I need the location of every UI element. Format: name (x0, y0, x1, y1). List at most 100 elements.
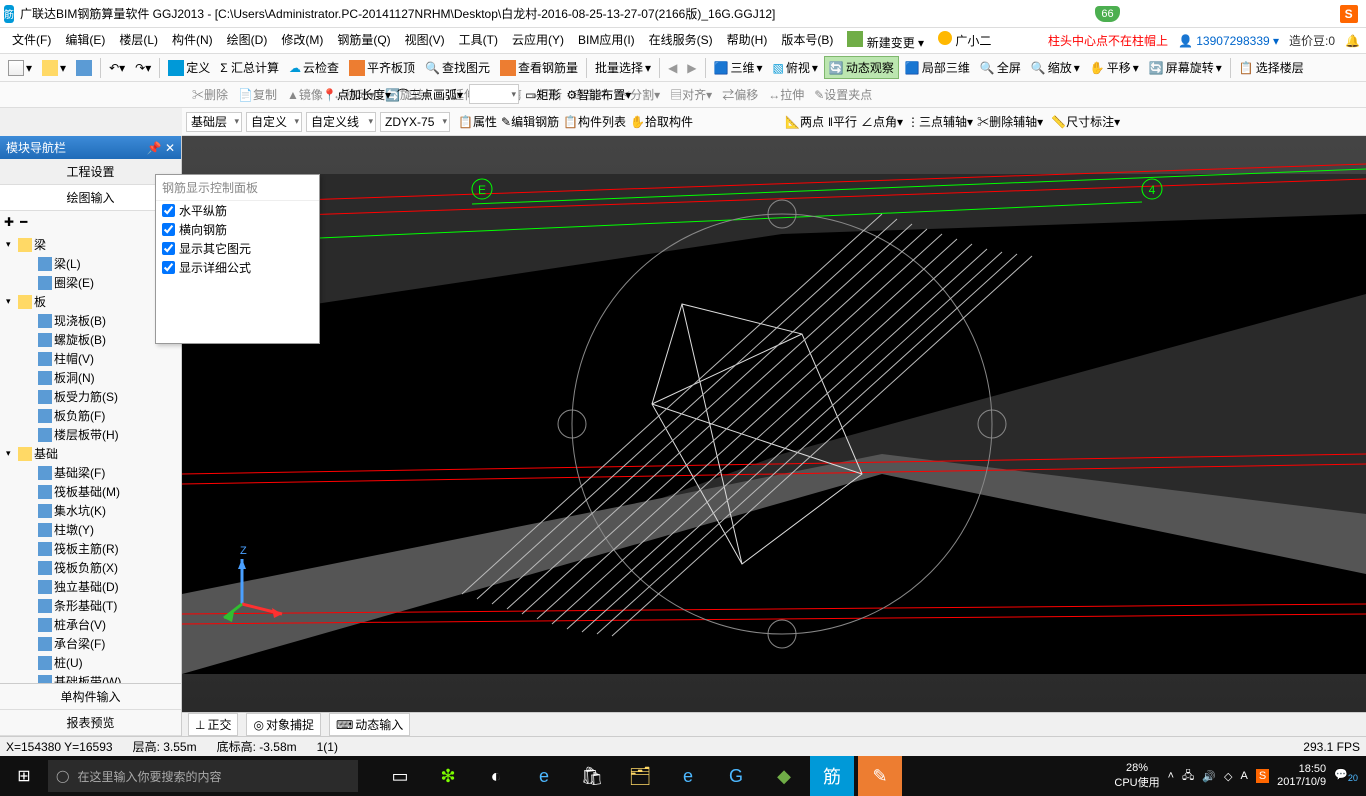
bell-icon[interactable]: 🔔 (1345, 34, 1360, 48)
pan-button[interactable]: ✋平移▾ (1086, 57, 1143, 78)
menu-file[interactable]: 文件(F) (6, 28, 57, 54)
define-button[interactable]: 定义 (164, 57, 214, 78)
flat-top-button[interactable]: 平齐板顶 (345, 57, 419, 78)
task-app3[interactable]: ◆ (762, 756, 806, 796)
tab-draw-input[interactable]: 绘图输入 (0, 185, 181, 211)
task-app2[interactable]: ◐ (474, 756, 518, 796)
tab-report-preview[interactable]: 报表预览 (0, 710, 181, 736)
tree-banfujin[interactable]: 板负筋(F) (2, 406, 179, 425)
prev-button[interactable]: ◀ (664, 59, 681, 77)
task-q[interactable]: G (714, 756, 758, 796)
menu-version[interactable]: 版本号(B) (775, 28, 839, 54)
find-elem-button[interactable]: 🔍查找图元 (421, 57, 494, 78)
popup-item-3[interactable]: 显示其它图元 (156, 239, 319, 258)
copy-button[interactable]: 📄复制 (234, 84, 281, 105)
task-app4[interactable]: ✎ (858, 756, 902, 796)
align-button[interactable]: ▤对齐▾ (666, 84, 716, 105)
code-combo[interactable]: ZDYX-75 (380, 112, 450, 132)
tree-zhuang[interactable]: 桩(U) (2, 653, 179, 672)
tree-liang[interactable]: ▾梁 (2, 235, 179, 254)
start-button[interactable]: ⊞ (0, 756, 48, 796)
pt-length-button[interactable]: 📍点加长度▾ (322, 86, 391, 103)
dynamic-observe-button[interactable]: 🔄动态观察 (824, 56, 899, 79)
three-pt-aux-button[interactable]: ⋮三点辅轴▾ (907, 113, 973, 130)
tree-luoxuanban[interactable]: 螺旋板(B) (2, 330, 179, 349)
tab-single-member[interactable]: 单构件输入 (0, 684, 181, 710)
pin-icon[interactable]: 📌 (147, 141, 162, 155)
tree-zhudun[interactable]: 柱墩(Y) (2, 520, 179, 539)
snap-toggle[interactable]: ◎对象捕捉 (246, 713, 321, 736)
cloud-check-button[interactable]: ☁云检查 (285, 57, 343, 78)
expand-all-icon[interactable]: ✚ (4, 215, 14, 229)
floor-combo[interactable]: 基础层 (186, 112, 242, 132)
two-point-button[interactable]: 📐两点 (785, 113, 824, 130)
tray-vol-icon[interactable]: 🔊 (1202, 770, 1216, 783)
task-explorer[interactable]: 🗂 (618, 756, 662, 796)
new-button[interactable]: ▾ (4, 58, 36, 78)
tree-xianjiaoban[interactable]: 现浇板(B) (2, 311, 179, 330)
menu-bim[interactable]: BIM应用(I) (572, 28, 641, 54)
tree-fabanzhujin[interactable]: 筏板主筋(R) (2, 539, 179, 558)
task-app1[interactable]: ❇ (426, 756, 470, 796)
tree-quanliang[interactable]: 圈梁(E) (2, 273, 179, 292)
tray-net-icon[interactable]: 🖧 (1182, 767, 1194, 786)
pickup-button[interactable]: ✋拾取构件 (630, 113, 693, 130)
task-edge[interactable]: e (522, 756, 566, 796)
local-3d-button[interactable]: 🟦局部三维 (901, 57, 974, 78)
tree-zhumao[interactable]: 柱帽(V) (2, 349, 179, 368)
tree-ban[interactable]: ▾板 (2, 292, 179, 311)
save-button[interactable] (72, 58, 96, 78)
arc-combo[interactable] (469, 84, 519, 104)
menu-online[interactable]: 在线服务(S) (643, 28, 719, 54)
tab-project-settings[interactable]: 工程设置 (0, 159, 181, 185)
collapse-all-icon[interactable]: ━ (20, 215, 27, 229)
menu-rebar[interactable]: 钢筋量(Q) (331, 28, 396, 54)
task-ie[interactable]: e (666, 756, 710, 796)
batch-select-button[interactable]: 批量选择▾ (591, 57, 655, 78)
subcat-combo[interactable]: 自定义线 (306, 112, 376, 132)
tree-dulijichu[interactable]: 独立基础(D) (2, 577, 179, 596)
dim-button[interactable]: 📏尺寸标注▾ (1051, 113, 1120, 130)
menu-help[interactable]: 帮助(H) (721, 28, 774, 54)
tray-s-icon[interactable]: S (1256, 769, 1269, 783)
three-pt-arc-button[interactable]: ⌒三点画弧▾ (397, 86, 463, 103)
tree-jichuliang[interactable]: 基础梁(F) (2, 463, 179, 482)
attr-button[interactable]: 📋属性 (458, 113, 497, 130)
tree-loucengbandai[interactable]: 楼层板带(H) (2, 425, 179, 444)
menu-view[interactable]: 视图(V) (399, 28, 451, 54)
notif-icon[interactable]: 💬20 (1334, 768, 1358, 783)
tree[interactable]: ▾梁 梁(L) 圈梁(E) ▾板 现浇板(B) 螺旋板(B) 柱帽(V) 板洞(… (0, 233, 181, 683)
cpu-meter[interactable]: 28% CPU使用 (1114, 762, 1159, 790)
tray-flag-icon[interactable]: ◇ (1224, 770, 1232, 783)
clock[interactable]: 18:50 2017/10/9 (1277, 763, 1326, 789)
edit-rebar-button[interactable]: ✎编辑钢筋 (501, 113, 559, 130)
category-combo[interactable]: 自定义 (246, 112, 302, 132)
tree-tiaoxingjichu[interactable]: 条形基础(T) (2, 596, 179, 615)
zoom-button[interactable]: 🔍缩放▾ (1027, 57, 1084, 78)
tree-chengtailiang[interactable]: 承台梁(F) (2, 634, 179, 653)
sogou-icon[interactable]: S (1340, 5, 1358, 23)
menu-cloud[interactable]: 云应用(Y) (506, 28, 570, 54)
offset-button[interactable]: ⇄偏移 (718, 84, 762, 105)
task-store[interactable]: 🛍 (570, 756, 614, 796)
rebar-display-panel[interactable]: 钢筋显示控制面板 水平纵筋 横向钢筋 显示其它图元 显示详细公式 (155, 174, 320, 344)
viewport[interactable]: E 4 (182, 136, 1366, 712)
del-aux-button[interactable]: ✂删除辅轴▾ (977, 113, 1043, 130)
tree-fabanfujin[interactable]: 筏板负筋(X) (2, 558, 179, 577)
select-floor-button[interactable]: 📋选择楼层 (1235, 57, 1308, 78)
tree-banshoulijin[interactable]: 板受力筋(S) (2, 387, 179, 406)
smart-layout-button[interactable]: ⚙智能布置▾ (566, 86, 631, 103)
rect-button[interactable]: ▭矩形 (525, 86, 560, 103)
ortho-toggle[interactable]: ⊥正交 (188, 713, 238, 736)
tree-zhuangchengtai[interactable]: 桩承台(V) (2, 615, 179, 634)
sum-calc-button[interactable]: Σ 汇总计算 (216, 57, 283, 78)
menu-member[interactable]: 构件(N) (166, 28, 219, 54)
next-button[interactable]: ▶ (683, 59, 700, 77)
task-view-icon[interactable]: ▭ (378, 756, 422, 796)
task-ggj[interactable]: 筋 (810, 756, 854, 796)
point-angle-button[interactable]: ∠点角▾ (861, 113, 903, 130)
menu-tool[interactable]: 工具(T) (453, 28, 504, 54)
stretch-button[interactable]: ↔拉伸 (764, 84, 808, 105)
menu-floor[interactable]: 楼层(L) (113, 28, 164, 54)
parallel-button[interactable]: ‖平行 (828, 113, 857, 130)
